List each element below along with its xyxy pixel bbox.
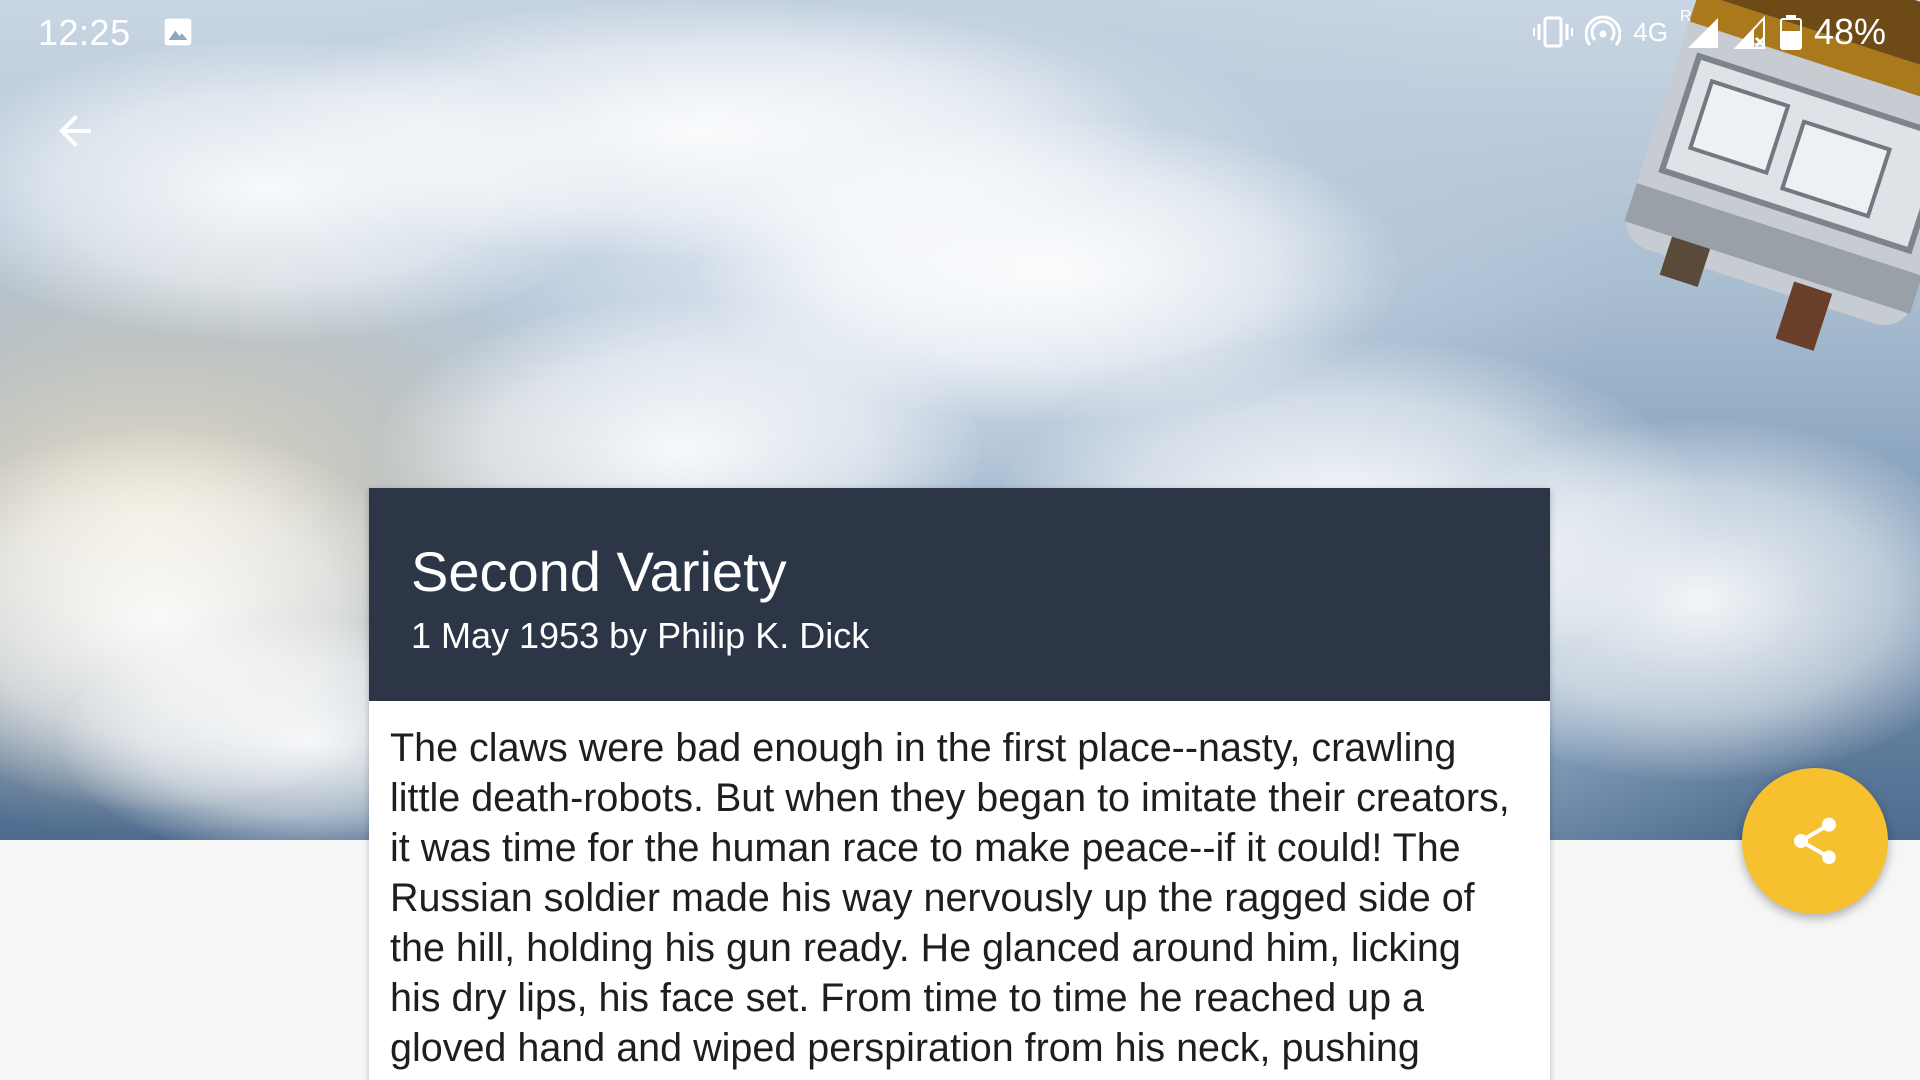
share-icon [1794,817,1836,865]
arrow-back-icon [59,115,91,147]
network-type: 4G [1633,16,1668,47]
story-body: The claws were bad enough in the first p… [390,726,1510,1080]
status-icons: 4G R 48% [1533,8,1886,54]
back-button[interactable] [40,96,110,166]
story-card: Second Variety 1 May 1953 by Philip K. D… [369,488,1550,1080]
battery-icon [1779,15,1802,50]
gallery-icon [164,18,192,46]
app-screen: 12:25 4G R 48% Second Variety 1 May 1953… [0,0,1920,1080]
story-title: Second Variety [411,540,787,603]
signal-icon: R [1680,8,1720,50]
status-bar: 12:25 4G R 48% [0,0,1920,64]
share-button[interactable] [1742,768,1888,914]
battery-percent: 48% [1813,11,1886,52]
status-time: 12:25 [38,12,131,53]
signal-no-data-icon [1733,15,1765,49]
story-header: Second Variety 1 May 1953 by Philip K. D… [369,488,1550,701]
hotspot-icon [1585,15,1622,46]
vibrate-icon [1533,16,1574,48]
story-subtitle: 1 May 1953 by Philip K. Dick [411,615,870,656]
